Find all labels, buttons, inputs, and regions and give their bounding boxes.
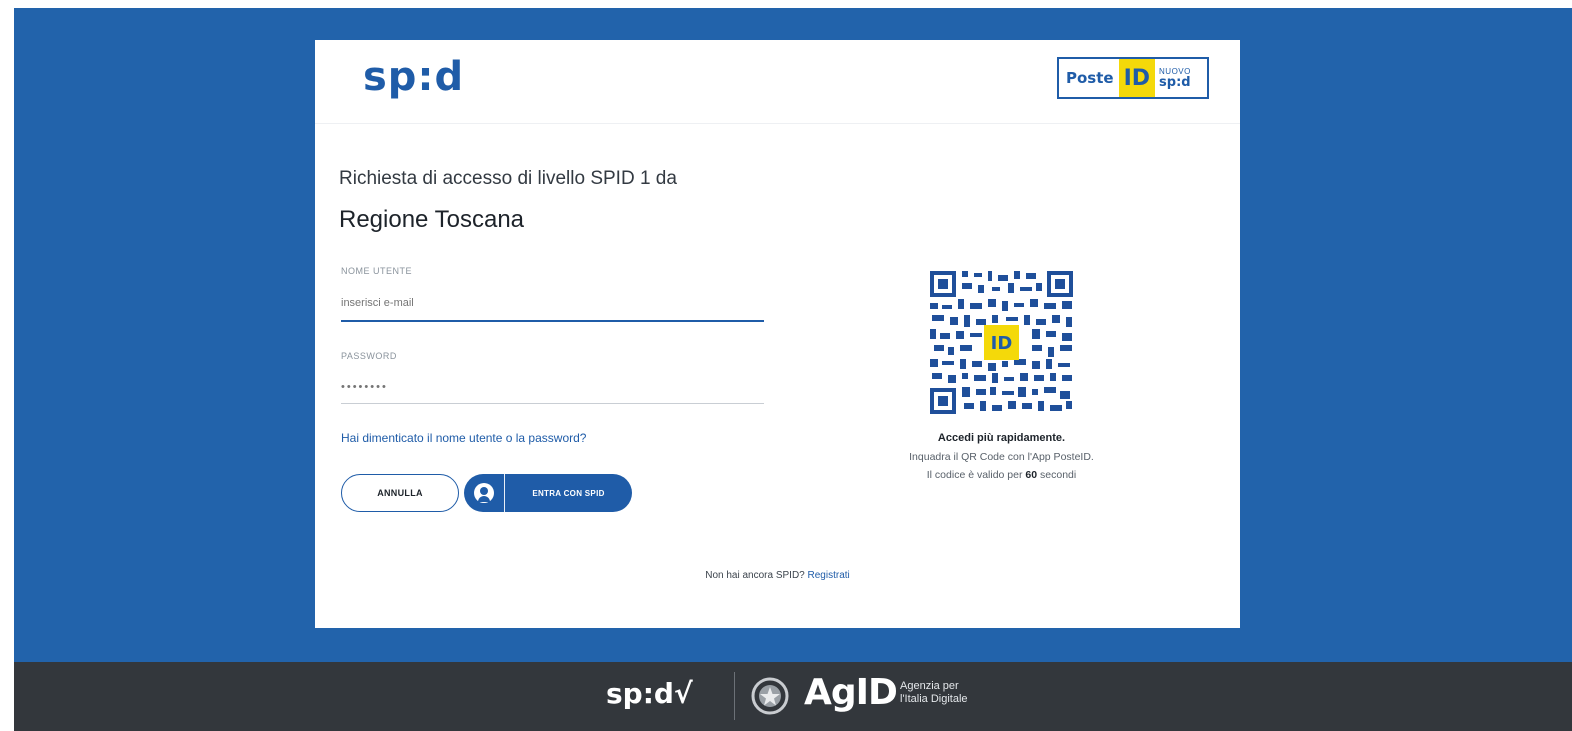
- qr-validity-suffix: secondi: [1040, 469, 1077, 481]
- qr-caption-title: Accedi più rapidamente.: [937, 432, 1066, 444]
- poste-brand-text: Poste: [1066, 69, 1114, 87]
- register-link[interactable]: Registrati: [808, 570, 850, 581]
- qr-caption-instruction: Inquadra il QR Code con l'App PosteID.: [909, 451, 1094, 463]
- footer-agid-logo: AgID: [804, 672, 898, 713]
- nuovo-spid-badge: NUOVO sp:d: [1155, 59, 1195, 97]
- cancel-button[interactable]: ANNULLA: [341, 474, 459, 512]
- qr-caption-validity: Il codice è valido per 60 secondi: [855, 469, 1148, 481]
- service-provider-name: Regione Toscana: [339, 206, 525, 233]
- access-request-text: Richiesta di accesso di livello SPID 1 d…: [339, 168, 677, 189]
- card-header: sp:d Poste ID NUOVO sp:d: [315, 40, 1240, 124]
- login-spid-label: ENTRA CON SPID: [532, 488, 605, 498]
- qr-code: ID: [928, 269, 1075, 416]
- username-input[interactable]: [341, 286, 764, 322]
- forgot-credentials-link[interactable]: Hai dimenticato il nome utente o la pass…: [341, 431, 586, 445]
- italian-emblem-icon: [751, 677, 789, 715]
- password-input[interactable]: [341, 370, 764, 404]
- spid-logo: sp:d: [363, 54, 465, 100]
- qr-id-label: ID: [991, 333, 1013, 354]
- login-spid-button[interactable]: ENTRA CON SPID: [464, 474, 632, 512]
- button-separator: [504, 474, 505, 512]
- register-prompt: Non hai ancora SPID? Registrati: [315, 570, 1240, 581]
- footer: sp:d√ AgID Agenzia per l'Italia Digitale: [14, 662, 1572, 731]
- footer-divider: [734, 672, 735, 720]
- user-icon: [474, 483, 494, 503]
- agency-name-line1: Agenzia per: [900, 680, 959, 692]
- qr-code-image: ID: [928, 269, 1075, 416]
- id-brand-box: ID: [1118, 59, 1156, 97]
- username-label: NOME UTENTE: [341, 266, 413, 276]
- posteid-logo: Poste ID NUOVO sp:d: [1057, 57, 1209, 99]
- login-card: sp:d Poste ID NUOVO sp:d Richiesta di ac…: [315, 40, 1240, 628]
- qr-validity-seconds: 60: [1025, 469, 1038, 481]
- footer-spid-logo: sp:d√: [606, 677, 693, 710]
- password-label: PASSWORD: [341, 351, 397, 361]
- register-prompt-text: Non hai ancora SPID?: [705, 570, 805, 581]
- qr-validity-prefix: Il codice è valido per: [926, 469, 1023, 481]
- footer-agency-name: Agenzia per l'Italia Digitale: [900, 680, 968, 706]
- mini-spid-logo: sp:d: [1159, 74, 1191, 90]
- agency-name-line2: l'Italia Digitale: [900, 693, 968, 705]
